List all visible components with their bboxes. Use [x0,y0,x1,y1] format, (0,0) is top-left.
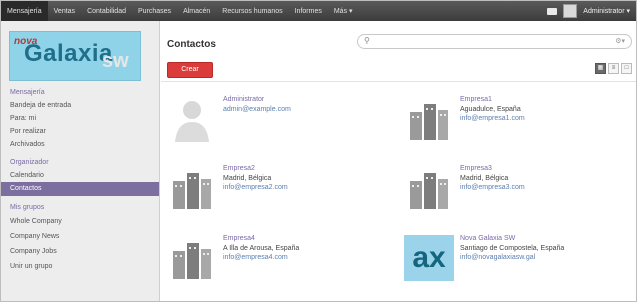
user-area: Administrator ▾ [547,1,636,21]
contact-location: Santiago de Compostela, España [460,245,565,252]
contact-name[interactable]: Empresa3 [460,165,492,172]
page-title: Contactos [167,39,216,50]
list-view-icon[interactable]: ≡ [608,63,619,74]
contact-email[interactable]: admin@example.com [223,106,291,113]
contact-location: Aguadulce, España [460,106,521,113]
contact-location: A Illa de Arousa, España [223,245,300,252]
company-logo: nova Galaxia sw [9,31,141,81]
logo-main: Galaxia [24,40,113,67]
section-title-mis-grupos: Mis grupos [10,204,45,211]
form-view-icon[interactable]: □ [621,63,632,74]
sidebar-item-company-jobs[interactable]: Company Jobs [10,246,160,258]
nav-purchases[interactable]: Purchases [132,1,177,21]
person-placeholder-icon [167,96,217,142]
create-button[interactable]: Crear [167,62,213,78]
kanban-view-icon[interactable]: ▦ [595,63,606,74]
nav-mas[interactable]: Más ▾ [328,1,359,21]
search-box[interactable]: ⚲ ⚙▾ [357,34,632,49]
contact-email[interactable]: info@novagalaxiasw.gal [460,254,535,261]
company-buildings-icon [173,173,211,209]
sidebar-item-contactos[interactable]: Contactos [1,182,159,196]
contact-email[interactable]: info@empresa4.com [223,254,288,261]
search-icon: ⚲ [364,36,370,45]
company-logo-icon: ax [404,235,454,281]
nav-ventas[interactable]: Ventas [48,1,81,21]
nav-informes[interactable]: Informes [289,1,328,21]
app-window: Mensajería Ventas Contabilidad Purchases… [0,0,637,302]
contact-name[interactable]: Nova Galaxia SW [460,235,515,242]
contact-card[interactable]: Empresa3 Madrid, Bélgica info@empresa3.c… [404,159,634,215]
sidebar: nova Galaxia sw Mensajería Bandeja de en… [1,21,160,301]
contact-card[interactable]: Empresa1 Aguadulce, España info@empresa1… [404,90,634,146]
contact-kanban: Administrator admin@example.com Empresa1… [161,81,636,301]
nav-mensajeria[interactable]: Mensajería [1,1,48,21]
sidebar-item-company-news[interactable]: Company News [10,231,160,243]
sidebar-item-por-realizar[interactable]: Por realizar [10,126,160,138]
contact-email[interactable]: info@empresa1.com [460,115,525,122]
company-buildings-icon [410,104,448,140]
sidebar-item-archivados[interactable]: Archivados [10,139,160,151]
section-title-mensajeria: Mensajería [10,89,45,96]
nav-almacen[interactable]: Almacén [177,1,216,21]
avatar[interactable] [563,4,578,18]
nav-contabilidad[interactable]: Contabilidad [81,1,132,21]
sidebar-item-calendario[interactable]: Calendario [10,170,160,182]
sidebar-item-whole-company[interactable]: Whole Company [10,216,160,228]
contact-card[interactable]: Empresa4 A Illa de Arousa, España info@e… [167,229,397,285]
main-content: Contactos ⚲ ⚙▾ Crear ▦ ≡ □ Administrator… [161,21,636,301]
view-switcher: ▦ ≡ □ [595,63,632,74]
contact-name[interactable]: Empresa2 [223,165,255,172]
top-navbar: Mensajería Ventas Contabilidad Purchases… [1,1,636,21]
contact-email[interactable]: info@empresa2.com [223,184,288,191]
contact-name[interactable]: Administrator [223,96,264,103]
contact-email[interactable]: info@empresa3.com [460,184,525,191]
logo-suffix: sw [102,50,129,72]
sidebar-item-unir-grupo[interactable]: Unir un grupo [10,261,160,273]
user-menu[interactable]: Administrator ▾ [583,7,630,15]
contact-name[interactable]: Empresa1 [460,96,492,103]
section-title-organizador: Organizador [10,159,49,166]
top-menu: Mensajería Ventas Contabilidad Purchases… [1,1,359,21]
contact-location: Madrid, Bélgica [223,175,272,182]
company-buildings-icon [173,243,211,279]
mail-icon[interactable] [547,7,558,15]
sidebar-item-bandeja[interactable]: Bandeja de entrada [10,100,160,112]
contact-name[interactable]: Empresa4 [223,235,255,242]
contact-card[interactable]: Empresa2 Madrid, Bélgica info@empresa2.c… [167,159,397,215]
contact-card[interactable]: ax Nova Galaxia SW Santiago de Compostel… [404,229,634,285]
nav-recursos-humanos[interactable]: Recursos humanos [216,1,288,21]
search-input[interactable] [374,36,614,47]
search-options-icon[interactable]: ⚙▾ [615,37,625,45]
contact-location: Madrid, Bélgica [460,175,509,182]
contact-card[interactable]: Administrator admin@example.com [167,90,397,146]
company-buildings-icon [410,173,448,209]
sidebar-item-para-mi[interactable]: Para: mi [10,113,160,125]
